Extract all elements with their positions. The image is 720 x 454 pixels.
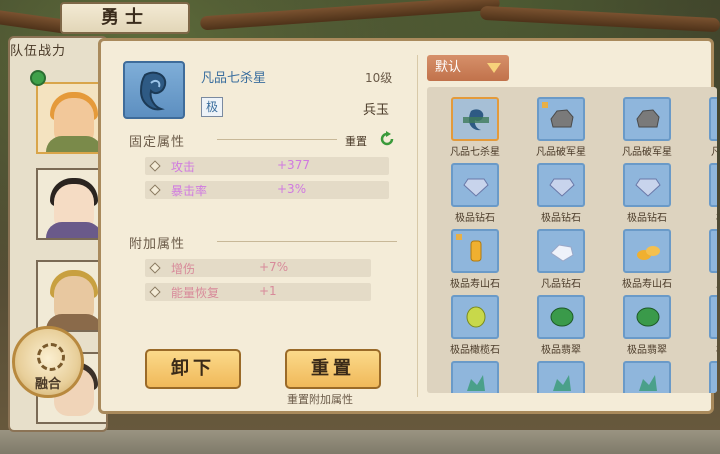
fixed-attrs-title: 固定属性 bbox=[129, 135, 186, 150]
page-title-tab[interactable]: 勇士 bbox=[60, 2, 190, 34]
inventory-slot[interactable] bbox=[537, 295, 585, 339]
sort-dropdown[interactable]: 默认 bbox=[427, 55, 509, 81]
slot-label: 极 bbox=[689, 341, 717, 356]
inventory-slot[interactable] bbox=[623, 229, 671, 273]
slot-label: 凡品破军星 bbox=[536, 147, 586, 158]
inventory-slot[interactable] bbox=[623, 361, 671, 393]
slot-label: 极品寿山石 bbox=[622, 279, 672, 290]
extra-attr-row: 能量恢复 +1 bbox=[145, 283, 371, 301]
inventory-slot[interactable] bbox=[537, 229, 585, 273]
inventory-slot[interactable] bbox=[451, 295, 499, 339]
diamond-bullet-icon bbox=[149, 184, 161, 196]
tier-badge: 极 bbox=[201, 97, 223, 117]
inventory-slot[interactable] bbox=[623, 163, 671, 207]
extra-attrs-title: 附加属性 bbox=[129, 237, 186, 252]
divider bbox=[217, 241, 397, 242]
jade-gem-icon bbox=[553, 375, 571, 391]
slot-label: 极品翡翠 bbox=[541, 345, 581, 356]
extra-attr-row: 增伤 +7% bbox=[145, 259, 371, 277]
fixed-attr-row: 暴击率 +3% bbox=[145, 181, 389, 199]
merge-label: 融合 bbox=[34, 377, 61, 392]
inventory-slot[interactable] bbox=[709, 163, 717, 207]
diamond-gem-icon bbox=[463, 178, 489, 197]
divider bbox=[217, 139, 337, 140]
attr-value: +7% bbox=[259, 260, 289, 274]
reset-extra-button[interactable]: 重置 bbox=[285, 349, 381, 389]
diamond-bullet-icon bbox=[149, 262, 161, 274]
attr-name: 增伤 bbox=[171, 262, 196, 276]
attr-value: +377 bbox=[277, 158, 310, 172]
team-power-label: 队伍战力 bbox=[10, 44, 67, 59]
diamond-bullet-icon bbox=[149, 286, 161, 298]
attr-name: 攻击 bbox=[171, 160, 196, 174]
slot-label: 极品钻石 bbox=[627, 213, 667, 224]
shoushan-stone-icon bbox=[470, 240, 482, 262]
diamond-gem-icon bbox=[549, 178, 575, 197]
slot-label: 凡品七杀星 bbox=[450, 147, 500, 158]
merge-button[interactable]: 融合 bbox=[12, 326, 84, 398]
slot-label: 凡品破军星 bbox=[622, 147, 672, 158]
inventory-slot[interactable] bbox=[709, 295, 717, 339]
slot-label: 极品钻石 bbox=[541, 213, 581, 224]
fixed-attr-row: 攻击 +377 bbox=[145, 157, 389, 175]
inventory-slot[interactable] bbox=[537, 361, 585, 393]
shoushan-stone-icon bbox=[637, 246, 660, 260]
rock-gem-icon bbox=[636, 109, 660, 128]
reset-fixed-label[interactable]: 重置 bbox=[345, 133, 367, 149]
slot-label: 极品钻石 bbox=[455, 213, 495, 224]
rock-gem-icon bbox=[550, 109, 574, 128]
attr-name: 暴击率 bbox=[171, 184, 208, 198]
diamond-bullet-icon bbox=[149, 160, 161, 172]
inventory-slot[interactable] bbox=[537, 163, 585, 207]
tree-branch bbox=[199, 0, 501, 31]
slot-label: 极品寿山石 bbox=[450, 279, 500, 290]
tree-branch bbox=[479, 5, 720, 33]
item-icon-large bbox=[123, 61, 185, 119]
inventory-slot[interactable] bbox=[623, 97, 671, 141]
sort-dropdown-label: 默认 bbox=[435, 60, 462, 75]
diamond-gem-icon bbox=[635, 178, 661, 197]
item-category: 兵玉 bbox=[363, 103, 390, 118]
reset-caption: 重置附加属性 bbox=[287, 393, 353, 406]
attr-value: +1 bbox=[259, 284, 277, 298]
jade-gem-icon bbox=[467, 375, 485, 391]
jade-gem-icon bbox=[636, 307, 660, 327]
status-indicator-icon bbox=[30, 70, 46, 86]
slot-label: 极品橄榄石 bbox=[450, 345, 500, 356]
inventory-grid: 凡品七杀星 凡品破军星 凡品破军星 凡品 极品钻石 极品钻石 极品钻石 极 bbox=[427, 87, 717, 393]
slot-label: 凡品钻石 bbox=[541, 279, 581, 290]
jade-gem-icon bbox=[639, 375, 657, 391]
item-level: 10级 bbox=[365, 71, 393, 85]
item-name: 凡品七杀星 bbox=[201, 71, 267, 86]
unequip-button[interactable]: 卸下 bbox=[145, 349, 241, 389]
olivine-gem-icon bbox=[466, 306, 486, 328]
inventory-slot[interactable] bbox=[451, 361, 499, 393]
attr-value: +3% bbox=[277, 182, 307, 196]
slot-label: 极 bbox=[689, 209, 717, 224]
inventory-slot[interactable] bbox=[451, 163, 499, 207]
inventory-slot[interactable] bbox=[623, 295, 671, 339]
inventory-slot[interactable] bbox=[709, 229, 717, 273]
chevron-down-icon bbox=[487, 63, 501, 73]
slot-label: 凡 bbox=[689, 275, 717, 290]
divider bbox=[417, 55, 418, 397]
merge-emblem-icon bbox=[37, 343, 65, 371]
inventory-slot[interactable] bbox=[451, 229, 499, 273]
bottom-strip bbox=[0, 430, 720, 454]
inventory-slot[interactable] bbox=[709, 97, 717, 141]
inventory-slot[interactable] bbox=[537, 97, 585, 141]
slot-label: 凡品 bbox=[711, 147, 717, 158]
star-gem-icon bbox=[139, 71, 167, 111]
inventory-slot[interactable] bbox=[451, 97, 499, 141]
slot-label: 极品翡翠 bbox=[627, 345, 667, 356]
inventory-slot[interactable] bbox=[709, 361, 717, 393]
jade-gem-icon bbox=[550, 307, 574, 327]
star-gem-icon bbox=[463, 109, 489, 131]
refresh-icon[interactable] bbox=[379, 131, 395, 147]
attr-name: 能量恢复 bbox=[171, 286, 220, 300]
gem-detail-dialog: 凡品七杀星 10级 极 兵玉 固定属性 重置 攻击 +377 暴击率 +3% 附… bbox=[98, 38, 717, 414]
diamond-gem-icon bbox=[550, 244, 574, 262]
